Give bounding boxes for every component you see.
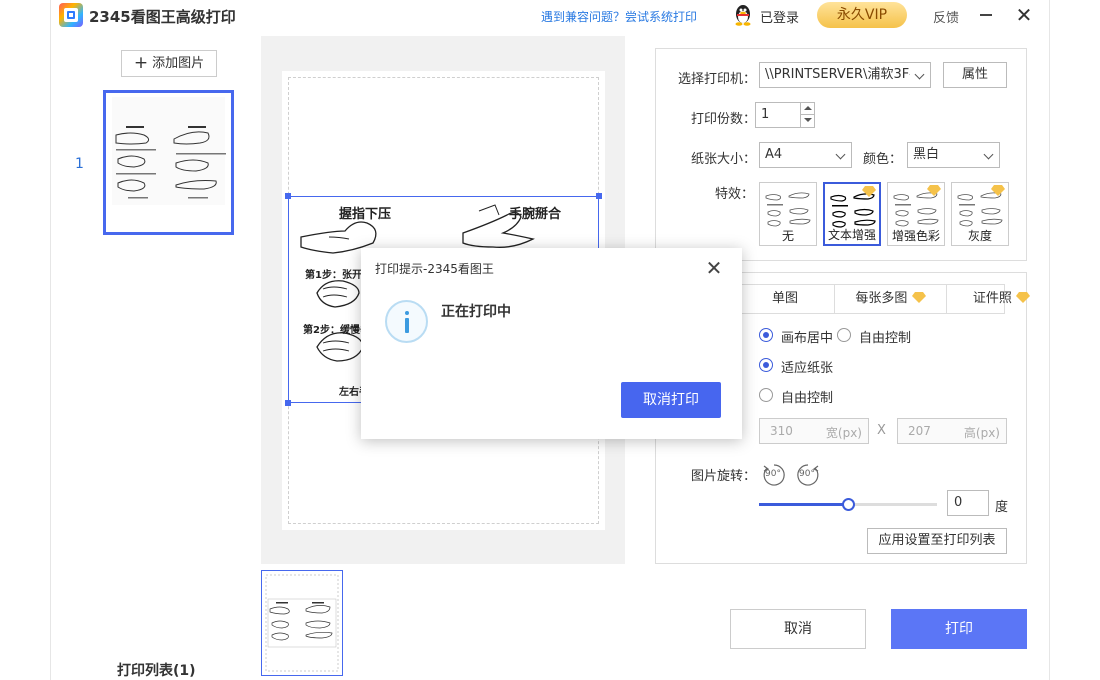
- close-icon[interactable]: ✕: [1013, 4, 1035, 26]
- apply-to-list-button[interactable]: 应用设置至打印列表: [867, 528, 1007, 554]
- rotation-slider-handle[interactable]: [842, 498, 855, 511]
- add-image-label: 添加图片: [152, 56, 205, 71]
- print-list-thumbnail[interactable]: [261, 570, 343, 676]
- chevron-down-icon: [835, 149, 846, 160]
- degree-unit: 度: [995, 500, 1009, 515]
- thumb-index: 1: [75, 156, 84, 172]
- print-list-thumbnail-image: [265, 574, 339, 672]
- plus-icon: +: [133, 53, 149, 73]
- vip-button[interactable]: 永久VIP: [817, 2, 907, 28]
- cancel-button[interactable]: 取消: [730, 609, 866, 649]
- size-free-label: 自由控制: [781, 391, 834, 406]
- rotate-label: 图片旋转：: [691, 469, 757, 484]
- printer-select[interactable]: \\PRINTSERVER\浦软3F-东: [759, 62, 931, 88]
- dialog-close-icon[interactable]: ✕: [704, 258, 724, 278]
- tab-id-photo[interactable]: 证件照: [946, 285, 1049, 313]
- dialog-title: 打印提示-2345看图王: [375, 262, 494, 276]
- printer-value: \\PRINTSERVER\浦软3F-东: [765, 67, 910, 82]
- effect-label: 特效：: [715, 187, 755, 202]
- radio-canvas-center[interactable]: [759, 328, 773, 342]
- login-status[interactable]: 已登录: [760, 7, 799, 26]
- radio-fit-paper[interactable]: [759, 358, 773, 372]
- effect-option-0[interactable]: 无: [759, 182, 817, 246]
- chevron-down-icon: [914, 69, 925, 80]
- diamond-icon: [862, 186, 876, 197]
- radio-size-free[interactable]: [759, 388, 773, 402]
- effect-option-3[interactable]: 灰度: [951, 182, 1009, 246]
- paper-size-label: 纸张大小：: [691, 152, 757, 167]
- tab-multi-image-label: 每张多图: [855, 291, 908, 306]
- rotation-slider-fill: [759, 503, 848, 506]
- diamond-icon: [927, 185, 941, 196]
- feedback-link[interactable]: 反馈: [933, 7, 959, 26]
- tab-single-image[interactable]: 单图: [736, 285, 834, 313]
- fit-paper-label: 适应纸张: [781, 361, 834, 376]
- thumbnail-image: [106, 93, 231, 232]
- width-unit: 宽(px): [825, 426, 862, 440]
- app-logo-icon: [59, 3, 83, 27]
- rotate-ccw-icon[interactable]: 90°: [761, 462, 787, 488]
- color-label: 颜色：: [863, 152, 903, 167]
- paper-size-value: A4: [765, 147, 783, 162]
- canvas-center-label: 画布居中: [781, 331, 834, 346]
- effect-option-2[interactable]: 增强色彩: [887, 182, 945, 246]
- print-button[interactable]: 打印: [891, 609, 1027, 649]
- increment-icon[interactable]: [804, 106, 812, 110]
- height-input[interactable]: 207 高(px): [897, 418, 1007, 444]
- height-value: 207: [908, 424, 931, 438]
- print-list-label: 打印列表(1): [117, 663, 196, 679]
- tab-id-photo-label: 证件照: [972, 291, 1012, 306]
- app-window: 2345看图王高级打印 遇到兼容问题？尝试系统打印 已登录 永久VIP 反馈 ✕…: [50, 0, 1050, 680]
- tab-multi-image[interactable]: 每张多图: [834, 285, 946, 313]
- app-title: 2345看图王高级打印: [89, 8, 236, 26]
- effect-option-1[interactable]: 文本增强: [823, 182, 881, 246]
- effect-preview-image: [763, 186, 813, 228]
- copies-value: 1: [761, 107, 770, 122]
- diamond-icon: [991, 185, 1005, 196]
- chevron-down-icon: [983, 149, 994, 160]
- rotation-slider[interactable]: [759, 498, 937, 511]
- info-icon: [385, 300, 428, 343]
- resize-handle-tl[interactable]: [285, 193, 291, 199]
- effect-option-label: 增强色彩: [891, 229, 940, 243]
- decrement-icon[interactable]: [804, 118, 812, 122]
- properties-button[interactable]: 属性: [943, 62, 1007, 88]
- diamond-icon: [1016, 292, 1031, 303]
- resize-handle-tr[interactable]: [596, 193, 602, 199]
- system-print-link[interactable]: 遇到兼容问题？尝试系统打印: [541, 8, 697, 25]
- width-input[interactable]: 310 宽(px): [759, 418, 869, 444]
- cancel-print-button[interactable]: 取消打印: [621, 382, 721, 418]
- print-dialog: 打印提示-2345看图王 ✕ 正在打印中 取消打印: [361, 248, 742, 439]
- printer-label: 选择打印机：: [678, 72, 757, 87]
- dimension-times: X: [877, 423, 886, 438]
- layout-tabs: 单图 每张多图 证件照: [735, 284, 1031, 314]
- width-value: 310: [770, 424, 793, 438]
- rotation-degree-input[interactable]: 0: [947, 490, 989, 516]
- rotate-cw-icon[interactable]: 90°: [795, 462, 821, 488]
- color-value: 黑白: [913, 147, 940, 162]
- copies-stepper[interactable]: 1: [755, 102, 815, 128]
- add-image-button[interactable]: + 添加图片: [121, 50, 217, 77]
- effect-option-label: 无: [781, 229, 794, 243]
- color-select[interactable]: 黑白: [907, 142, 1000, 168]
- paper-size-select[interactable]: A4: [759, 142, 852, 168]
- rotate-ccw-label: 90°: [765, 469, 781, 479]
- effect-option-label: 灰度: [967, 229, 992, 243]
- rotate-cw-label: 90°: [799, 469, 815, 479]
- effect-option-label: 文本增强: [827, 228, 876, 242]
- copies-label: 打印份数：: [691, 112, 757, 127]
- qq-penguin-icon: [735, 5, 751, 26]
- position-free-label: 自由控制: [859, 331, 912, 346]
- diamond-icon: [911, 292, 926, 303]
- dialog-message: 正在打印中: [441, 304, 511, 320]
- preview-step2: 第2步：缓慢垂: [303, 325, 370, 336]
- title-bar: 2345看图王高级打印 遇到兼容问题？尝试系统打印 已登录 永久VIP 反馈 ✕: [51, 0, 1049, 32]
- minimize-icon[interactable]: [977, 6, 995, 24]
- radio-position-free[interactable]: [837, 328, 851, 342]
- height-unit: 高(px): [963, 426, 1000, 440]
- image-thumbnail[interactable]: [103, 90, 234, 235]
- resize-handle-bl[interactable]: [285, 400, 291, 406]
